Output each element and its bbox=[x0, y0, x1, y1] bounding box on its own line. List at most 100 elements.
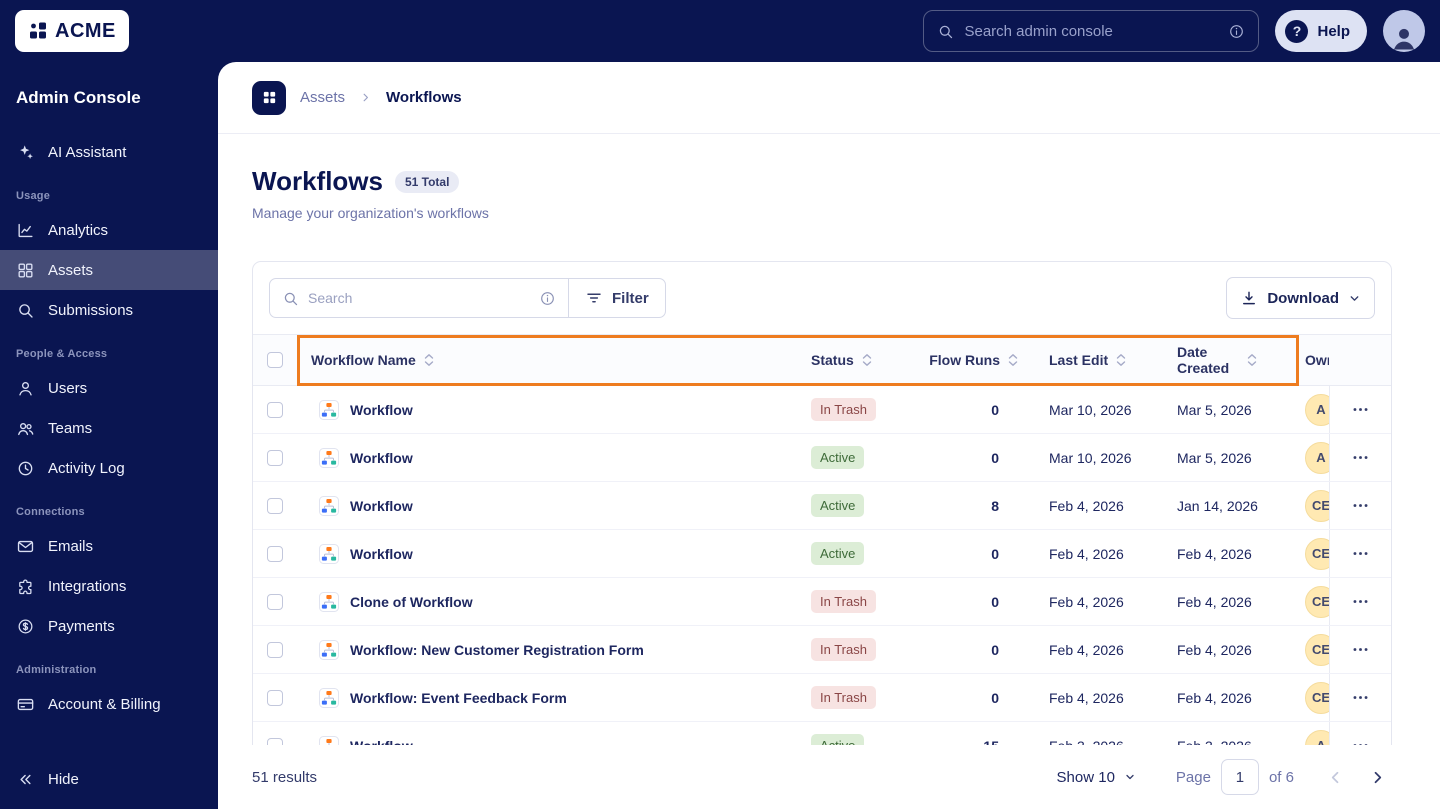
grid-icon bbox=[18, 262, 33, 278]
row-checkbox[interactable] bbox=[267, 401, 283, 418]
admin-search[interactable] bbox=[923, 10, 1260, 52]
next-page-button[interactable] bbox=[1360, 760, 1394, 794]
status-badge: Active bbox=[811, 542, 865, 565]
workflow-name-link[interactable]: Workflow bbox=[350, 402, 413, 418]
hide-label: Hide bbox=[48, 770, 79, 788]
help-button[interactable]: ? Help bbox=[1275, 10, 1367, 52]
table-row[interactable]: Workflow Active 0 Feb 4, 2026 Feb 4, 202… bbox=[253, 530, 1391, 578]
workflow-icon bbox=[319, 543, 339, 564]
admin-search-input[interactable] bbox=[964, 22, 1219, 40]
workflow-name-link[interactable]: Clone of Workflow bbox=[350, 594, 473, 610]
table-row[interactable]: Workflow: Event Feedback Form In Trash 0… bbox=[253, 674, 1391, 722]
sidebar-item-payments[interactable]: Payments bbox=[0, 606, 218, 646]
table-search[interactable] bbox=[269, 278, 569, 318]
help-label: Help bbox=[1317, 22, 1350, 40]
page-title: Workflows bbox=[252, 166, 383, 196]
more-dots-icon bbox=[1353, 504, 1368, 507]
chevron-down-icon bbox=[1126, 774, 1134, 780]
last-edit-value: Feb 4, 2026 bbox=[1049, 545, 1124, 562]
sidebar-item-integrations[interactable]: Integrations bbox=[0, 566, 218, 606]
table-body: Workflow In Trash 0 Mar 10, 2026 Mar 5, … bbox=[253, 386, 1391, 770]
sidebar-item-account-billing[interactable]: Account & Billing bbox=[0, 684, 218, 724]
last-edit-value: Feb 4, 2026 bbox=[1049, 689, 1124, 706]
row-more-button[interactable] bbox=[1345, 586, 1376, 617]
prev-page-button[interactable] bbox=[1318, 760, 1352, 794]
sidebar-item-label: Teams bbox=[48, 419, 93, 437]
date-created-value: Feb 4, 2026 bbox=[1177, 641, 1252, 658]
sidebar-item-ai-assistant[interactable]: AI Assistant bbox=[0, 132, 218, 172]
status-badge: Active bbox=[811, 494, 865, 517]
filter-label: Filter bbox=[612, 289, 649, 307]
header-last-edit[interactable]: Last Edit bbox=[1037, 352, 1165, 368]
sidebar-item-analytics[interactable]: Analytics bbox=[0, 210, 218, 250]
table-row[interactable]: Workflow Active 8 Feb 4, 2026 Jan 14, 20… bbox=[253, 482, 1391, 530]
row-more-button[interactable] bbox=[1345, 682, 1376, 713]
section-label-people-access: People & Access bbox=[16, 348, 108, 360]
download-button[interactable]: Download bbox=[1226, 277, 1375, 319]
sidebar-item-users[interactable]: Users bbox=[0, 368, 218, 408]
sidebar-item-label: Analytics bbox=[48, 221, 109, 239]
table-row[interactable]: Clone of Workflow In Trash 0 Feb 4, 2026… bbox=[253, 578, 1391, 626]
flow-runs-value: 8 bbox=[991, 497, 999, 514]
dollar-icon bbox=[18, 619, 33, 633]
sidebar-item-submissions[interactable]: Submissions bbox=[0, 290, 218, 330]
header-flow-runs[interactable]: Flow Runs bbox=[917, 352, 1037, 368]
acme-logo[interactable]: ACME bbox=[15, 10, 129, 52]
row-more-button[interactable] bbox=[1345, 490, 1376, 521]
header-status[interactable]: Status bbox=[797, 352, 917, 368]
sidebar-item-emails[interactable]: Emails bbox=[0, 526, 218, 566]
sidebar-item-teams[interactable]: Teams bbox=[0, 408, 218, 448]
workflow-name-link[interactable]: Workflow bbox=[350, 498, 413, 514]
sidebar-item-assets[interactable]: Assets bbox=[0, 250, 218, 290]
sidebar-item-activity-log[interactable]: Activity Log bbox=[0, 448, 218, 488]
info-icon[interactable] bbox=[539, 290, 556, 307]
last-edit-value: Mar 10, 2026 bbox=[1049, 449, 1132, 466]
workflow-name-link[interactable]: Workflow bbox=[350, 450, 413, 466]
page-number-input[interactable] bbox=[1220, 759, 1259, 795]
row-checkbox[interactable] bbox=[267, 545, 283, 562]
section-label-usage: Usage bbox=[16, 190, 51, 202]
row-more-button[interactable] bbox=[1345, 634, 1376, 665]
sidebar-item-label: AI Assistant bbox=[48, 143, 127, 161]
breadcrumb-assets[interactable]: Assets bbox=[300, 89, 345, 106]
table-row[interactable]: Workflow In Trash 0 Mar 10, 2026 Mar 5, … bbox=[253, 386, 1391, 434]
hide-sidebar-button[interactable]: Hide bbox=[0, 759, 218, 799]
row-more-button[interactable] bbox=[1345, 538, 1376, 569]
sidebar-item-label: Submissions bbox=[48, 301, 134, 319]
workflow-name-link[interactable]: Workflow: Event Feedback Form bbox=[350, 690, 567, 706]
table-search-input[interactable] bbox=[308, 290, 530, 306]
row-more-button[interactable] bbox=[1345, 442, 1376, 473]
sparkles-icon bbox=[20, 144, 33, 159]
filter-icon bbox=[587, 293, 601, 303]
breadcrumb-workflows: Workflows bbox=[386, 89, 462, 106]
download-label: Download bbox=[1267, 289, 1339, 307]
credit-card-icon bbox=[17, 698, 34, 710]
puzzle-icon bbox=[19, 579, 32, 594]
user-avatar[interactable] bbox=[1383, 10, 1425, 52]
date-created-value: Jan 14, 2026 bbox=[1177, 497, 1258, 514]
sort-icon bbox=[1115, 353, 1127, 367]
workflow-name-link[interactable]: Workflow: New Customer Registration Form bbox=[350, 642, 644, 658]
page-of-label: of 6 bbox=[1268, 768, 1294, 786]
header-workflow-name[interactable]: Workflow Name bbox=[297, 352, 797, 368]
sort-icon bbox=[1007, 353, 1019, 367]
assets-icon-button[interactable] bbox=[252, 80, 286, 115]
workflow-name-link[interactable]: Workflow bbox=[350, 546, 413, 562]
filter-button[interactable]: Filter bbox=[568, 278, 666, 318]
flow-runs-value: 0 bbox=[991, 449, 999, 466]
row-checkbox[interactable] bbox=[267, 641, 283, 658]
page-size-select[interactable]: Show 10 bbox=[1057, 769, 1136, 786]
row-more-button[interactable] bbox=[1345, 394, 1376, 425]
table-row[interactable]: Workflow: New Customer Registration Form… bbox=[253, 626, 1391, 674]
row-checkbox[interactable] bbox=[267, 497, 283, 514]
select-all-checkbox[interactable] bbox=[267, 352, 283, 368]
sidebar-item-label: Emails bbox=[48, 537, 94, 555]
table-row[interactable]: Workflow Active 0 Mar 10, 2026 Mar 5, 20… bbox=[253, 434, 1391, 482]
page-subtitle: Manage your organization's workflows bbox=[252, 205, 489, 221]
header-date-created[interactable]: Date Created bbox=[1165, 344, 1293, 376]
info-icon[interactable] bbox=[1228, 23, 1245, 40]
sidebar: Admin Console AI Assistant Usage Analyti… bbox=[0, 62, 218, 809]
row-checkbox[interactable] bbox=[267, 689, 283, 706]
row-checkbox[interactable] bbox=[267, 593, 283, 610]
row-checkbox[interactable] bbox=[267, 449, 283, 466]
